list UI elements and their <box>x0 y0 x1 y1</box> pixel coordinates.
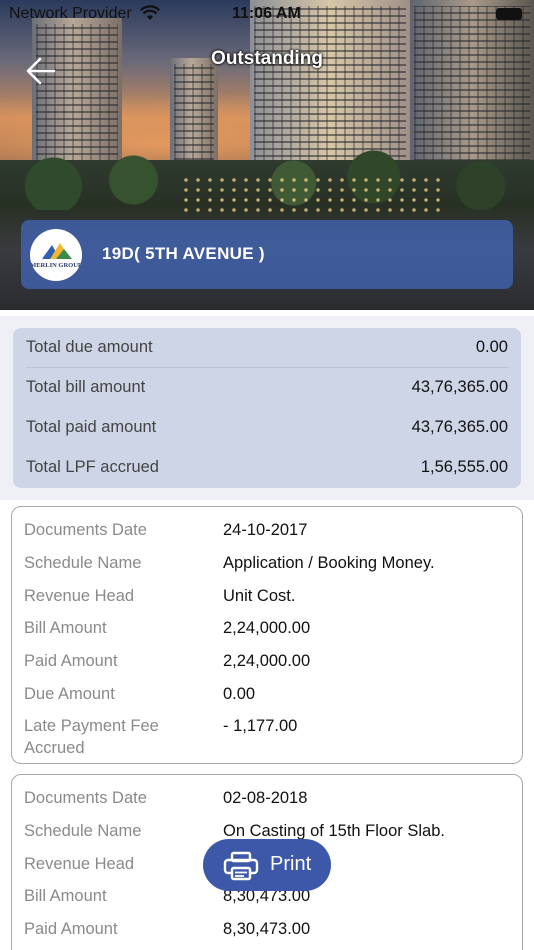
summary-value: 43,76,365.00 <box>411 418 508 436</box>
summary-value: 43,76,365.00 <box>411 378 508 396</box>
field-label: Documents Date <box>24 789 147 807</box>
summary-label: Total due amount <box>26 338 153 356</box>
summary-value: 1,56,555.00 <box>420 458 508 476</box>
summary-label: Total bill amount <box>26 378 146 396</box>
carrier-label: Network Provider <box>9 5 132 22</box>
field-value: 8,30,473.00 <box>223 920 311 938</box>
wifi-icon <box>140 5 160 21</box>
field-label-line: Accrued <box>24 739 85 757</box>
printer-icon <box>223 851 259 881</box>
summary-row-due: Total due amount 0.00 <box>26 328 508 368</box>
field-label: Schedule Name <box>24 554 142 572</box>
print-button[interactable]: Print <box>203 839 331 891</box>
field-label: Revenue Head <box>24 855 135 873</box>
outstanding-record-card[interactable]: Documents Date 24-10-2017 Schedule Name … <box>11 506 523 764</box>
city-lights <box>180 175 440 215</box>
logo-text: MERLIN GROUP <box>30 262 82 269</box>
summary-row-paid: Total paid amount 43,76,365.00 <box>26 408 508 448</box>
field-value: 24-10-2017 <box>223 521 308 539</box>
building-tower <box>32 18 122 168</box>
field-value: 2,24,000.00 <box>223 652 311 670</box>
battery-icon <box>496 8 522 20</box>
clock: 11:06 AM <box>232 5 301 22</box>
summary-row-lpf: Total LPF accrued 1,56,555.00 <box>26 448 508 488</box>
print-label: Print <box>270 853 312 875</box>
field-value: 0.00 <box>223 685 256 703</box>
summary-row-bill: Total bill amount 43,76,365.00 <box>26 368 508 408</box>
field-value: Application / Booking Money. <box>223 554 435 572</box>
summary-label: Total LPF accrued <box>26 458 159 476</box>
summary-label: Total paid amount <box>26 418 157 436</box>
field-label: Documents Date <box>24 521 147 539</box>
status-bar: Network Provider 11:06 AM <box>0 0 534 28</box>
field-value: 02-08-2018 <box>223 789 308 807</box>
field-value: Unit Cost. <box>223 587 296 605</box>
project-name: 19D( 5TH AVENUE ) <box>102 244 265 263</box>
field-value: - 1,177.00 <box>223 717 298 735</box>
merlin-logo: MERLIN GROUP <box>30 229 82 281</box>
field-label-line: Late Payment Fee <box>24 717 159 735</box>
summary-section: Total due amount 0.00 Total bill amount … <box>0 316 534 500</box>
field-value: 2,24,000.00 <box>223 619 311 637</box>
field-label: Bill Amount <box>24 619 107 637</box>
field-label: Revenue Head <box>24 587 135 605</box>
summary-card: Total due amount 0.00 Total bill amount … <box>13 328 521 488</box>
summary-value: 0.00 <box>475 338 508 356</box>
field-label: Paid Amount <box>24 920 118 938</box>
field-label: Schedule Name <box>24 822 142 840</box>
field-label: Bill Amount <box>24 887 107 905</box>
field-label: Paid Amount <box>24 652 118 670</box>
field-label: Late Payment Fee Accrued <box>24 715 204 759</box>
project-card: MERLIN GROUP 19D( 5TH AVENUE ) <box>21 220 513 289</box>
field-label: Due Amount <box>24 685 115 703</box>
page-title: Outstanding <box>211 48 323 69</box>
